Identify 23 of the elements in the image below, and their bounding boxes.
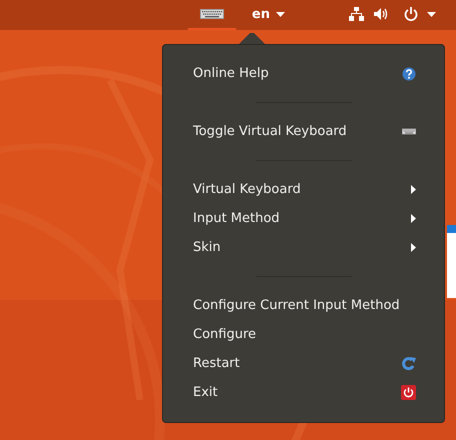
menu-item[interactable]: Configure xyxy=(163,320,444,349)
help-icon xyxy=(402,66,416,80)
caret-icon xyxy=(427,12,436,16)
submenu-arrow-icon xyxy=(411,185,416,194)
submenu-arrow-icon xyxy=(411,243,416,252)
submenu-arrow-icon xyxy=(411,214,416,223)
menu-item[interactable]: Restart xyxy=(163,349,444,378)
menu-item[interactable]: Input Method xyxy=(163,204,444,233)
power-icon xyxy=(401,385,416,400)
menu-item[interactable]: Online Help xyxy=(163,59,444,88)
menu-item[interactable]: Toggle Virtual Keyboard xyxy=(163,117,444,146)
network-icon xyxy=(349,7,364,21)
keyboard-icon xyxy=(402,128,416,135)
menu-item[interactable]: Skin xyxy=(163,233,444,262)
menu-item[interactable]: Configure Current Input Method xyxy=(163,291,444,320)
language-indicator[interactable]: en xyxy=(242,0,295,30)
speaker-icon xyxy=(374,8,388,20)
keyboard-icon xyxy=(200,9,224,19)
menu-item[interactable]: Virtual Keyboard xyxy=(163,175,444,204)
power-icon xyxy=(404,7,418,21)
refresh-icon xyxy=(401,356,416,370)
menu-item[interactable]: Exit xyxy=(163,378,444,407)
caret-icon xyxy=(276,12,285,16)
